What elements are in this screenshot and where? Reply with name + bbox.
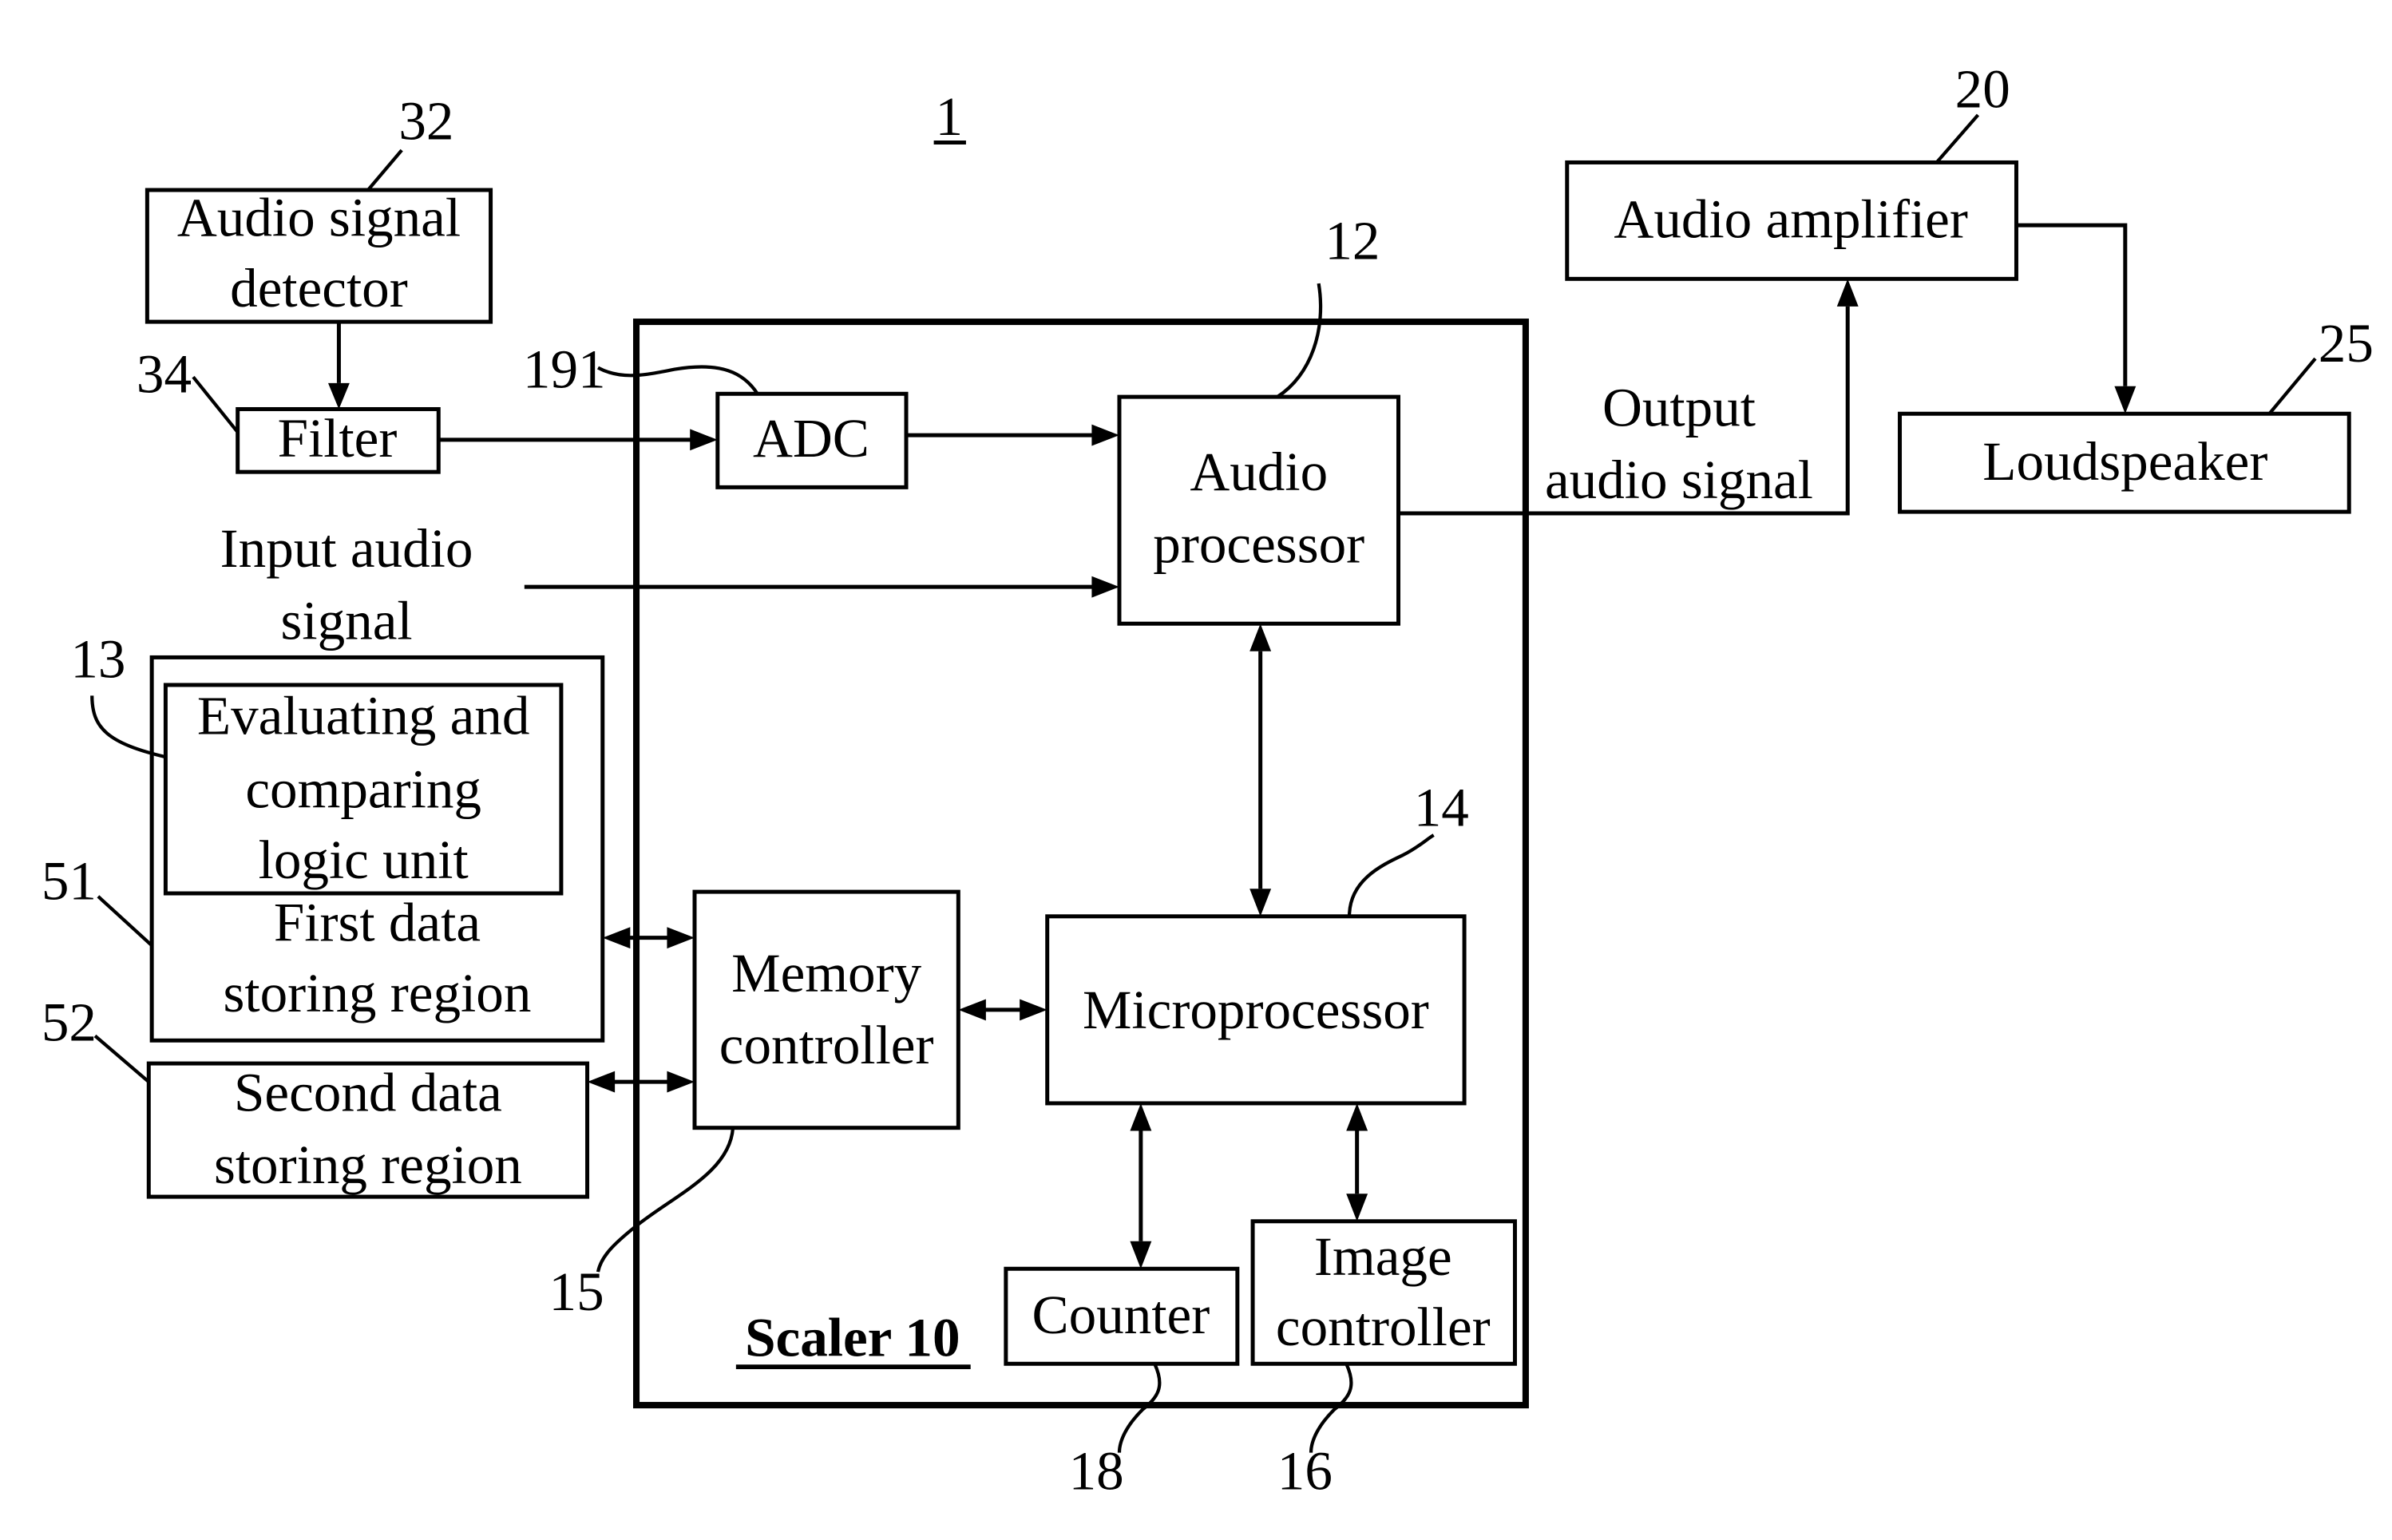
- ref-20: 20: [1955, 57, 2010, 119]
- arrowhead-microprocessor-up-counter: [1130, 1103, 1152, 1131]
- ref-18: 18: [1069, 1440, 1124, 1502]
- ref-32: 32: [398, 90, 453, 152]
- evaluating-logic-unit-label-2: comparing: [245, 758, 481, 820]
- filter-label: Filter: [278, 407, 398, 469]
- memory-controller-label-1: Memory: [731, 942, 922, 1004]
- output-audio-signal-label-1: Output: [1602, 377, 1756, 438]
- arrowhead-microprocessor-left: [1020, 999, 1047, 1021]
- evaluating-logic-unit-label-1: Evaluating and: [197, 684, 530, 746]
- counter-label: Counter: [1032, 1284, 1210, 1345]
- figure-ref: 1: [936, 85, 964, 147]
- ref-52: 52: [42, 991, 97, 1052]
- arrowhead-image-controller-in: [1346, 1194, 1368, 1221]
- leader-12: [1276, 283, 1323, 398]
- adc-label: ADC: [753, 407, 869, 469]
- audio-amplifier-label: Audio amplifier: [1614, 188, 1967, 250]
- ref-14: 14: [1414, 777, 1469, 838]
- leader-32: [366, 148, 403, 192]
- output-audio-signal-label-2: audio signal: [1545, 449, 1813, 510]
- arrowhead-adc-in: [690, 429, 718, 451]
- arrowhead-processor-in-adc: [1091, 424, 1119, 446]
- first-data-storing-region-label-2: storing region: [223, 962, 531, 1023]
- leader-20: [1935, 113, 1980, 164]
- ref-51: 51: [42, 850, 97, 912]
- ref-12: 12: [1325, 209, 1380, 271]
- arrowhead-microprocessor-down: [1249, 889, 1272, 916]
- arrowhead-counter-in: [1130, 1241, 1152, 1269]
- evaluating-logic-unit-label-3: logic unit: [259, 829, 469, 890]
- memory-controller-label-2: controller: [719, 1014, 934, 1075]
- microprocessor-label: Microprocessor: [1083, 979, 1429, 1040]
- image-controller-label-1: Image: [1314, 1225, 1452, 1287]
- arrowhead-loudspeaker-in: [2114, 386, 2137, 414]
- memory-controller-block: [692, 889, 960, 1130]
- arrowhead-amplifier-in: [1836, 279, 1859, 307]
- audio-signal-detector-label-2: detector: [230, 257, 408, 319]
- ref-15: 15: [549, 1261, 604, 1322]
- arrowhead-memory-right: [958, 999, 986, 1021]
- arrowhead-processor-up: [1249, 624, 1272, 651]
- arrowhead-first-region-left: [602, 927, 631, 949]
- leader-51: [97, 895, 153, 947]
- arrowhead-microprocessor-up-image: [1346, 1103, 1368, 1131]
- first-data-storing-region-label-1: First data: [274, 892, 481, 953]
- second-data-storing-region-label-1: Second data: [234, 1062, 502, 1123]
- arrowhead-second-region-left: [587, 1071, 616, 1093]
- ref-191: 191: [523, 338, 606, 400]
- input-audio-signal-label-1: Input audio: [220, 517, 473, 579]
- ref-25: 25: [2319, 312, 2374, 374]
- block-diagram: 1 Scaler 10 Audio signal detector Filter…: [42, 57, 2374, 1502]
- arrowhead-filter-in: [327, 382, 350, 410]
- loudspeaker-label: Loudspeaker: [1982, 430, 2267, 492]
- ref-16: 16: [1277, 1440, 1333, 1502]
- ref-34: 34: [137, 342, 192, 404]
- audio-processor-label-2: processor: [1153, 513, 1364, 574]
- audio-processor-block: [1117, 394, 1401, 626]
- leader-25: [2267, 357, 2317, 415]
- leader-15: [596, 1127, 735, 1273]
- second-data-storing-region-label-2: storing region: [214, 1134, 522, 1195]
- ref-13: 13: [70, 627, 125, 689]
- arrowhead-memory-from-second: [667, 1071, 695, 1093]
- audio-signal-detector-label-1: Audio signal: [177, 187, 461, 248]
- leader-52: [93, 1034, 150, 1083]
- amplifier-to-loudspeaker-line: [2016, 223, 2128, 386]
- leader-14: [1347, 833, 1435, 916]
- leader-34: [192, 375, 240, 433]
- scaler-label: Scaler 10: [745, 1307, 960, 1368]
- arrowhead-memory-from-first: [667, 927, 695, 949]
- input-audio-signal-label-2: signal: [280, 589, 412, 651]
- audio-processor-label-1: Audio: [1190, 441, 1328, 502]
- arrowhead-processor-in-input: [1091, 576, 1119, 598]
- image-controller-label-2: controller: [1276, 1296, 1491, 1357]
- leader-191: [597, 365, 759, 395]
